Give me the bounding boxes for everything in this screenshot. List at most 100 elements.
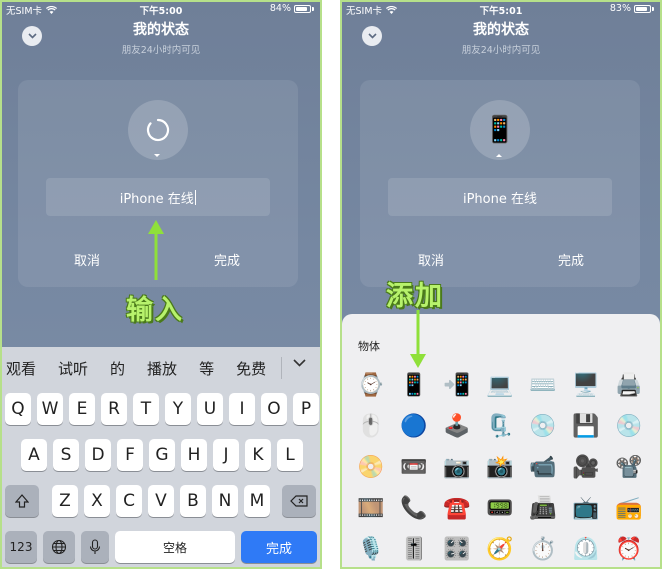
emoji-cell[interactable]: 🖥️ <box>571 370 601 400</box>
battery-icon <box>294 4 311 13</box>
key-r[interactable]: R <box>101 393 127 425</box>
emoji-cell[interactable]: 🎛️ <box>442 534 472 564</box>
key-b[interactable]: B <box>180 485 206 517</box>
battery-percent: 84% <box>269 3 291 14</box>
key-u[interactable]: U <box>197 393 223 425</box>
key-p[interactable]: P <box>293 393 319 425</box>
emoji-cell[interactable]: 📷 <box>442 452 472 482</box>
emoji-cell[interactable]: 🎞️ <box>356 493 386 523</box>
key-g[interactable]: G <box>149 439 175 471</box>
annotation-input-label: 输入 <box>126 295 184 326</box>
candidate-bar: 观看 试听 的 播放 等 免费 <box>2 347 320 389</box>
status-icon-picker[interactable] <box>128 100 188 160</box>
emoji-cell[interactable]: ⏰ <box>614 534 644 564</box>
emoji-cell[interactable]: 🗜️ <box>485 411 515 441</box>
emoji-cell[interactable]: 🖨️ <box>614 370 644 400</box>
battery-icon <box>634 4 651 13</box>
shift-icon <box>15 494 29 508</box>
cancel-button[interactable]: 取消 <box>418 250 444 269</box>
backspace-icon <box>290 495 308 507</box>
emoji-cell[interactable]: 📻 <box>614 493 644 523</box>
numbers-key[interactable]: 123 <box>5 531 37 563</box>
key-v[interactable]: V <box>148 485 174 517</box>
key-n[interactable]: N <box>212 485 238 517</box>
emoji-cell[interactable]: ⌨️ <box>528 370 558 400</box>
page-subtitle: 朋友24小时内可见 <box>121 45 201 56</box>
candidate-word[interactable]: 试听 <box>58 358 88 379</box>
emoji-cell[interactable]: 📸 <box>485 452 515 482</box>
status-bar: 无SIM卡 下午5:01 83% <box>342 2 660 17</box>
key-m[interactable]: M <box>244 485 270 517</box>
emoji-cell[interactable]: ⏲️ <box>571 534 601 564</box>
key-e[interactable]: E <box>69 393 95 425</box>
done-button[interactable]: 完成 <box>214 250 240 269</box>
key-c[interactable]: C <box>116 485 142 517</box>
emoji-cell[interactable]: ⌚ <box>356 370 386 400</box>
key-k[interactable]: K <box>245 439 271 471</box>
key-f[interactable]: F <box>117 439 143 471</box>
emoji-cell[interactable]: 📞 <box>399 493 429 523</box>
emoji-cell[interactable]: 📼 <box>399 452 429 482</box>
key-s[interactable]: S <box>53 439 79 471</box>
picker-caret-icon <box>154 154 160 157</box>
key-y[interactable]: Y <box>165 393 191 425</box>
emoji-cell[interactable]: 🎥 <box>571 452 601 482</box>
candidate-word[interactable]: 的 <box>110 358 125 379</box>
page-title: 我的状态 <box>473 22 529 38</box>
candidate-word[interactable]: 观看 <box>6 358 36 379</box>
chevron-down-icon[interactable] <box>293 359 306 367</box>
emoji-cell[interactable]: 🎙️ <box>356 534 386 564</box>
emoji-cell[interactable]: ☎️ <box>442 493 472 523</box>
emoji-cell[interactable]: 📟 <box>485 493 515 523</box>
key-q[interactable]: Q <box>5 393 31 425</box>
emoji-cell[interactable]: ⏱️ <box>528 534 558 564</box>
loading-spinner-icon <box>146 118 170 142</box>
shift-key[interactable] <box>5 485 39 517</box>
cancel-button[interactable]: 取消 <box>74 250 100 269</box>
key-o[interactable]: O <box>261 393 287 425</box>
status-icon-picker[interactable]: 📱 <box>470 100 530 160</box>
status-bar: 无SIM卡 下午5:00 84% <box>2 2 320 17</box>
emoji-cell[interactable]: 💿 <box>614 411 644 441</box>
emoji-cell[interactable]: 📽️ <box>614 452 644 482</box>
emoji-cell[interactable]: 📀 <box>356 452 386 482</box>
emoji-cell[interactable]: 📹 <box>528 452 558 482</box>
status-text-input[interactable]: iPhone 在线 <box>46 178 270 216</box>
emoji-cell[interactable]: 🔵 <box>399 411 429 441</box>
status-card: 📱 iPhone 在线 取消 完成 <box>360 80 640 287</box>
emoji-cell[interactable]: 📺 <box>571 493 601 523</box>
key-j[interactable]: J <box>213 439 239 471</box>
done-button[interactable]: 完成 <box>558 250 584 269</box>
emoji-cell[interactable]: 🕹️ <box>442 411 472 441</box>
key-i[interactable]: I <box>229 393 255 425</box>
emoji-cell[interactable]: 💿 <box>528 411 558 441</box>
key-t[interactable]: T <box>133 393 159 425</box>
emoji-cell[interactable]: 🎚️ <box>399 534 429 564</box>
key-l[interactable]: L <box>277 439 303 471</box>
left-phone-screen: 无SIM卡 下午5:00 84% 我的状态 朋友24小时内可见 iPhone 在… <box>0 0 322 569</box>
emoji-cell[interactable]: 📠 <box>528 493 558 523</box>
green-arrow-up-icon <box>148 220 164 280</box>
status-text-input[interactable]: iPhone 在线 <box>388 178 612 216</box>
emoji-cell[interactable]: 🧭 <box>485 534 515 564</box>
emoji-panel: 物体 ⌚ 📱 📲 💻 ⌨️ 🖥️ 🖨️ 🖱️ 🔵 🕹️ 🗜️ 💿 💾 💿 📀 📼 📷 📸 📹 🎥 📽️ 🎞️ 📞 ☎️ 📟 📠 📺 📻… <box>342 314 660 567</box>
dictation-key[interactable] <box>81 531 109 563</box>
emoji-cell[interactable]: 🖱️ <box>356 411 386 441</box>
key-a[interactable]: A <box>21 439 47 471</box>
candidate-word[interactable]: 播放 <box>147 358 177 379</box>
key-w[interactable]: W <box>37 393 63 425</box>
key-z[interactable]: Z <box>52 485 78 517</box>
emoji-cell[interactable]: 📱 <box>399 370 429 400</box>
candidate-word[interactable]: 免费 <box>236 358 266 379</box>
keyboard-done-key[interactable]: 完成 <box>241 531 317 563</box>
emoji-cell[interactable]: 💾 <box>571 411 601 441</box>
language-key[interactable] <box>43 531 75 563</box>
emoji-cell[interactable]: 📲 <box>442 370 472 400</box>
backspace-key[interactable] <box>282 485 316 517</box>
candidate-word[interactable]: 等 <box>199 358 214 379</box>
key-x[interactable]: X <box>84 485 110 517</box>
space-key[interactable]: 空格 <box>115 531 235 563</box>
key-d[interactable]: D <box>85 439 111 471</box>
key-h[interactable]: H <box>181 439 207 471</box>
emoji-cell[interactable]: 💻 <box>485 370 515 400</box>
